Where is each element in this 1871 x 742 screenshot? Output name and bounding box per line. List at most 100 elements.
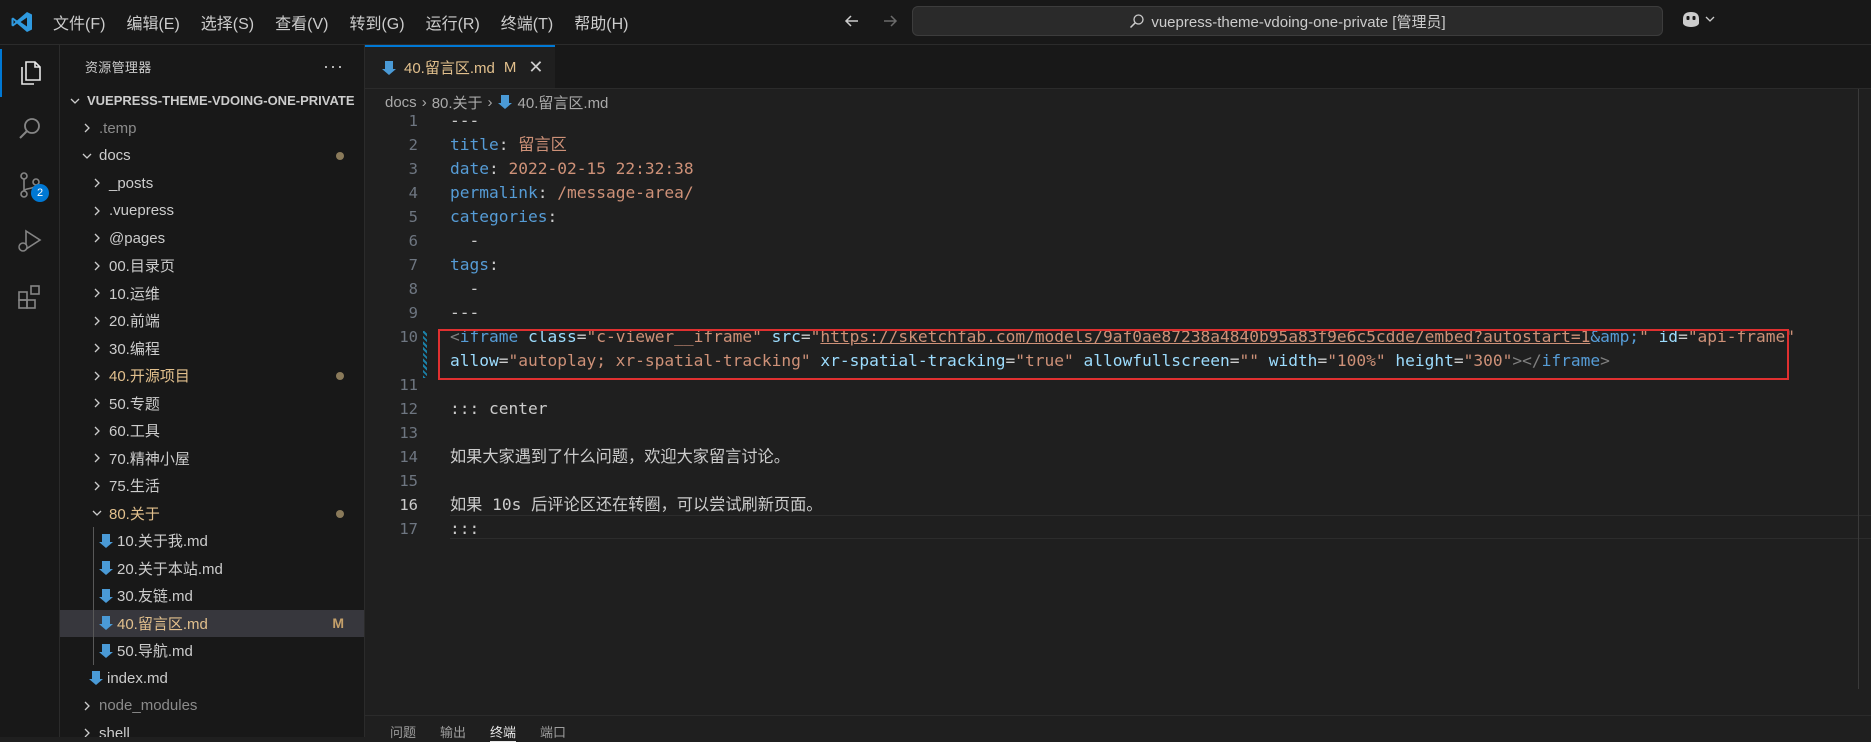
panel-tabs: 问题 输出 终端 端口 (390, 722, 566, 742)
file-item[interactable]: index.md (60, 665, 364, 693)
file-item[interactable]: 50.导航.md (60, 637, 364, 665)
file-item[interactable]: 40.留言区.md M (60, 609, 364, 637)
explorer-header: 资源管理器 ··· (60, 45, 364, 87)
markdown-file-icon (99, 561, 113, 576)
line-number: 6 (408, 232, 418, 250)
breadcrumb-separator-icon: › (487, 93, 493, 111)
tab-40-message-area[interactable]: 40.留言区.md M ✕ (365, 45, 555, 88)
folder-item[interactable]: 10.运维 (60, 280, 364, 308)
git-modified-badge: M (332, 615, 344, 632)
source-control-button[interactable]: 2 (0, 161, 59, 209)
code-line-8: - (450, 279, 480, 298)
close-icon[interactable]: ✕ (528, 57, 543, 78)
tab-modified-status: M (503, 59, 517, 76)
folder-item[interactable]: _posts (60, 170, 364, 198)
chevron-right-icon (94, 371, 100, 381)
modified-dot-icon (336, 152, 344, 160)
tree-item-label: docs (99, 147, 131, 165)
breadcrumb-file[interactable]: 40.留言区.md (518, 92, 609, 113)
markdown-file-icon (99, 643, 113, 658)
yaml-key: tags (450, 255, 489, 274)
more-actions-icon[interactable]: ··· (323, 56, 344, 77)
breadcrumb-docs[interactable]: docs (385, 94, 417, 111)
line-number: 12 (399, 400, 418, 418)
code-line-4: permalink: /message-area/ (450, 183, 694, 202)
chevron-down-icon (82, 153, 92, 159)
command-center-search[interactable]: vuepress-theme-vdoing-one-private [管理员] (912, 6, 1663, 36)
tree-item-label: 30.友链.md (117, 588, 193, 606)
markdown-file-icon (99, 616, 113, 631)
navigation-arrows (842, 11, 900, 31)
arrow-left-icon[interactable] (842, 11, 862, 31)
folder-item[interactable]: 00.目录页 (60, 252, 364, 280)
menu-edit[interactable]: 编辑(E) (126, 10, 179, 34)
code-line-2: title: 留言区 (450, 135, 567, 154)
extensions-button[interactable] (0, 273, 59, 321)
tree-item-label: 00.目录页 (109, 258, 175, 276)
file-item[interactable]: 20.关于本站.md (60, 555, 364, 583)
folder-item[interactable]: 60.工具 (60, 417, 364, 445)
copilot-icon (1683, 12, 1699, 27)
run-debug-button[interactable] (0, 217, 59, 265)
folder-item[interactable]: 75.生活 (60, 472, 364, 500)
chevron-right-icon (84, 701, 90, 711)
tree-item-label: .vuepress (109, 202, 175, 220)
tree-item-label: 20.关于本站.md (117, 560, 223, 578)
menu-run[interactable]: 运行(R) (426, 10, 480, 34)
line-number: 3 (408, 160, 418, 178)
menu-selection[interactable]: 选择(S) (201, 10, 254, 34)
markdown-file-icon (99, 533, 113, 548)
folder-item[interactable]: shell (60, 720, 364, 737)
editor-tab-bar: 40.留言区.md M ✕ (365, 45, 1871, 89)
code-line-5: categories: (450, 207, 558, 226)
explorer-title: 资源管理器 (85, 59, 152, 75)
chevron-right-icon (94, 481, 100, 491)
workspace-root-folder[interactable]: VUEPRESS-THEME-VDOING-ONE-PRIVATE (60, 87, 364, 115)
folder-item[interactable]: node_modules (60, 692, 364, 720)
tab-ports[interactable]: 端口 (540, 722, 566, 742)
tab-problems[interactable]: 问题 (390, 722, 416, 742)
copilot-menu[interactable] (1680, 10, 1715, 28)
line-number: 10 (399, 328, 418, 346)
activity-bar: 2 (0, 45, 60, 737)
search-view-button[interactable] (0, 105, 59, 153)
editor-scrollbar-edge (1858, 89, 1859, 689)
chevron-down-icon (1705, 16, 1715, 22)
chevron-right-icon (94, 426, 100, 436)
tab-output[interactable]: 输出 (440, 722, 466, 742)
yaml-key: date (450, 159, 489, 178)
folder-item[interactable]: 40.开源项目 (60, 362, 364, 390)
file-item[interactable]: 10.关于我.md (60, 527, 364, 555)
tree-item-label: 10.运维 (109, 285, 160, 303)
folder-item[interactable]: docs (60, 142, 364, 170)
folder-item[interactable]: 50.专题 (60, 390, 364, 418)
chevron-right-icon (94, 261, 100, 271)
line-number: 17 (399, 520, 418, 538)
folder-item[interactable]: 20.前端 (60, 307, 364, 335)
folder-item[interactable]: 70.精神小屋 (60, 445, 364, 473)
folder-item[interactable]: 80.关于 (60, 500, 364, 528)
tree-item-label: 75.生活 (109, 478, 160, 496)
line-number: 8 (408, 280, 418, 298)
menu-go[interactable]: 转到(G) (349, 10, 404, 34)
tree-item-label: 70.精神小屋 (109, 450, 190, 468)
folder-item[interactable]: .vuepress (60, 197, 364, 225)
file-item[interactable]: 30.友链.md (60, 582, 364, 610)
code-editor[interactable]: --- title: 留言区 date: 2022-02-15 22:32:38… (365, 111, 1871, 716)
search-icon (1130, 14, 1144, 29)
folder-item[interactable]: 30.编程 (60, 335, 364, 363)
menu-help[interactable]: 帮助(H) (574, 10, 628, 34)
code-line-14: 如果大家遇到了什么问题，欢迎大家留言讨论。 (450, 447, 790, 466)
markdown-file-icon (382, 60, 396, 75)
tree-item-label: 80.关于 (109, 505, 160, 523)
menu-file[interactable]: 文件(F) (53, 10, 105, 34)
menu-view[interactable]: 查看(V) (275, 10, 328, 34)
folder-item[interactable]: @pages (60, 225, 364, 253)
explorer-button[interactable] (0, 49, 59, 97)
folder-item[interactable]: .temp (60, 115, 364, 143)
breadcrumb: docs › 80.关于 › 40.留言区.md (385, 89, 608, 115)
chevron-down-icon (70, 98, 80, 104)
arrow-right-icon[interactable] (880, 11, 900, 31)
menu-terminal[interactable]: 终端(T) (501, 10, 553, 34)
tab-terminal[interactable]: 终端 (490, 722, 517, 742)
